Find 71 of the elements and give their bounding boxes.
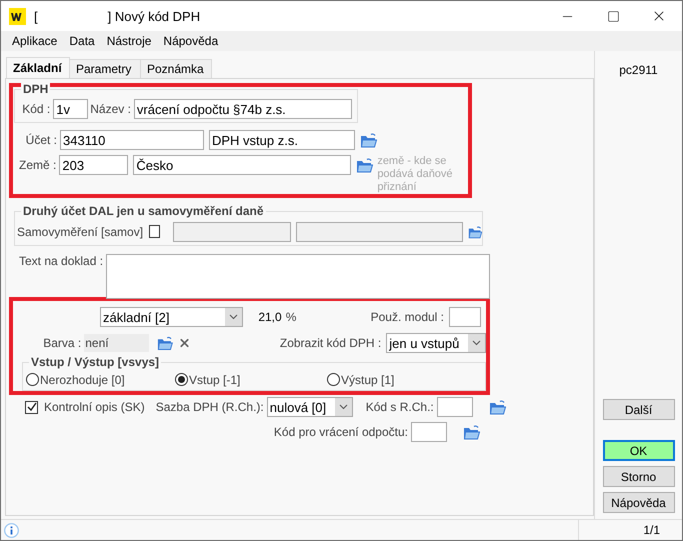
- menu-item[interactable]: Aplikace: [6, 34, 64, 48]
- show-code-dropdown[interactable]: jen u vstupů: [386, 333, 486, 353]
- code-field[interactable]: 1v: [53, 99, 88, 119]
- percent-value: 21,0: [258, 310, 282, 324]
- field-label: Název :: [90, 102, 131, 116]
- maximize-icon[interactable]: [606, 10, 620, 22]
- group-title: Druhý účet DAL jen u samovyměření daně: [21, 204, 266, 218]
- checkbox[interactable]: [25, 400, 38, 414]
- folder-icon[interactable]: [356, 157, 374, 173]
- field-label: Zobrazit kód DPH :: [280, 336, 382, 350]
- checkbox-label: Samovyměření [samov]: [17, 224, 144, 238]
- checkbox[interactable]: [149, 225, 160, 238]
- tab[interactable]: Základní: [6, 57, 70, 78]
- window-title: ] Nový kód DPH: [108, 8, 200, 24]
- tab[interactable]: Parametry: [69, 59, 141, 78]
- field-label: Barva :: [42, 336, 82, 350]
- country-name-field[interactable]: Česko: [133, 155, 352, 175]
- field-label: Účet :: [24, 133, 58, 147]
- field-label: Použ. modul :: [370, 310, 444, 324]
- radio-label: Výstup [1]: [341, 372, 394, 386]
- dialog-button[interactable]: Nápověda: [602, 492, 674, 513]
- account-name-field[interactable]: DPH vstup z.s.: [209, 130, 355, 150]
- folder-icon[interactable]: [463, 424, 480, 440]
- module-field[interactable]: [449, 307, 481, 327]
- radio-label: Nerozhoduje [0]: [40, 372, 125, 386]
- caret-icon[interactable]: [224, 308, 242, 326]
- color-value: není: [84, 334, 150, 352]
- checkbox-label: Kontrolní opis (SK): [44, 400, 145, 414]
- app-logo-icon: [9, 8, 26, 24]
- group-title: Vstup / Výstup [vsvys]: [29, 355, 162, 369]
- radio-button[interactable]: [26, 373, 39, 386]
- field-label: Text na doklad :: [19, 254, 104, 268]
- vat-rate-dropdown[interactable]: nulová [0]: [266, 397, 353, 417]
- folder-icon[interactable]: [468, 224, 482, 240]
- info-icon[interactable]: [4, 522, 19, 538]
- code-field[interactable]: [411, 422, 447, 442]
- radio-button[interactable]: [175, 373, 188, 386]
- account-name-field[interactable]: [296, 222, 463, 242]
- folder-icon[interactable]: [156, 335, 173, 351]
- dialog-button[interactable]: Další: [602, 399, 674, 420]
- field-label: Kód :: [21, 102, 52, 116]
- dialog-button[interactable]: Storno: [602, 466, 674, 487]
- menu-item[interactable]: Nápověda: [157, 34, 224, 48]
- caret-icon[interactable]: [334, 398, 352, 416]
- country-code-field[interactable]: 203: [59, 155, 128, 175]
- group-title: DPH: [21, 82, 50, 96]
- account-field[interactable]: 343110: [60, 130, 204, 150]
- field-label: Kód pro vrácení odpočtu:: [272, 425, 409, 439]
- radio-label: Vstup [-1]: [189, 372, 240, 386]
- tab[interactable]: Poznámka: [140, 59, 212, 78]
- code-field[interactable]: [436, 397, 473, 417]
- menu-item[interactable]: Nástroje: [100, 34, 158, 48]
- vat-rate-dropdown[interactable]: základní [2]: [100, 307, 243, 327]
- folder-icon[interactable]: [360, 132, 377, 148]
- clear-icon[interactable]: [178, 336, 191, 350]
- ok-button[interactable]: OK: [602, 440, 674, 461]
- field-label: Sazba DPH (R.Ch.):: [156, 400, 264, 414]
- computer-name: pc2911: [619, 63, 658, 77]
- field-label: Země :: [18, 157, 58, 174]
- name-field[interactable]: vrácení odpočtu §74b z.s.: [134, 99, 352, 119]
- caret-icon[interactable]: [468, 334, 485, 352]
- text-area-field[interactable]: [106, 254, 490, 299]
- hint-text: země - kde se podává daňové přiznání: [377, 155, 454, 194]
- folder-icon[interactable]: [488, 399, 506, 415]
- page-counter: 1/1: [643, 523, 660, 537]
- unit-label: %: [286, 310, 296, 324]
- window-title: [: [34, 8, 38, 24]
- radio-button[interactable]: [327, 373, 340, 386]
- field-label: Kód s R.Ch.:: [364, 400, 435, 414]
- menu-item[interactable]: Data: [63, 34, 101, 48]
- account-field[interactable]: [172, 222, 291, 242]
